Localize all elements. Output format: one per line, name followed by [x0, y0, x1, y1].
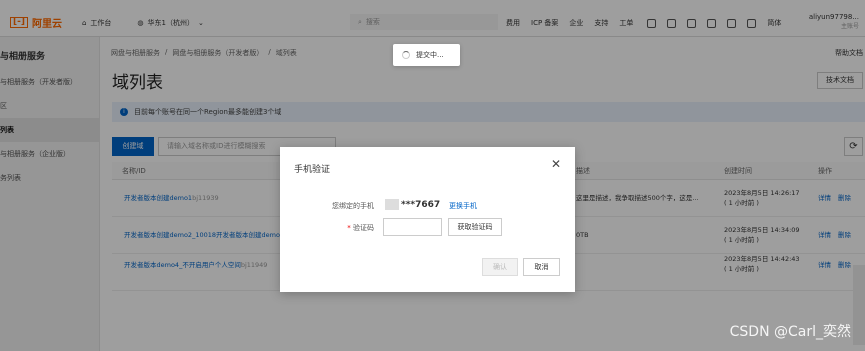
loading-toast: 提交中...	[393, 44, 460, 66]
confirm-button[interactable]: 确认	[482, 258, 518, 276]
close-icon[interactable]: ✕	[551, 157, 561, 171]
phone-label: 您绑定的手机	[332, 202, 374, 210]
phone-value: ***7667	[401, 199, 441, 210]
verify-code-input[interactable]	[383, 218, 442, 236]
cancel-button[interactable]: 取消	[523, 258, 560, 276]
code-label: * 验证码	[347, 224, 374, 232]
masked-digits	[385, 199, 399, 210]
dialog-title: 手机验证	[294, 165, 331, 175]
phone-verify-dialog: 手机验证 ✕ 您绑定的手机 ***7667 更换手机 * 验证码 获取验证码 确…	[280, 147, 575, 292]
phone-number: ***7667	[385, 199, 440, 210]
spinner-icon	[402, 51, 410, 59]
change-phone-link[interactable]: 更换手机	[449, 201, 477, 211]
watermark: CSDN @Carl_奕然	[729, 324, 851, 340]
get-code-button[interactable]: 获取验证码	[448, 218, 502, 236]
toast-text: 提交中...	[416, 51, 444, 59]
